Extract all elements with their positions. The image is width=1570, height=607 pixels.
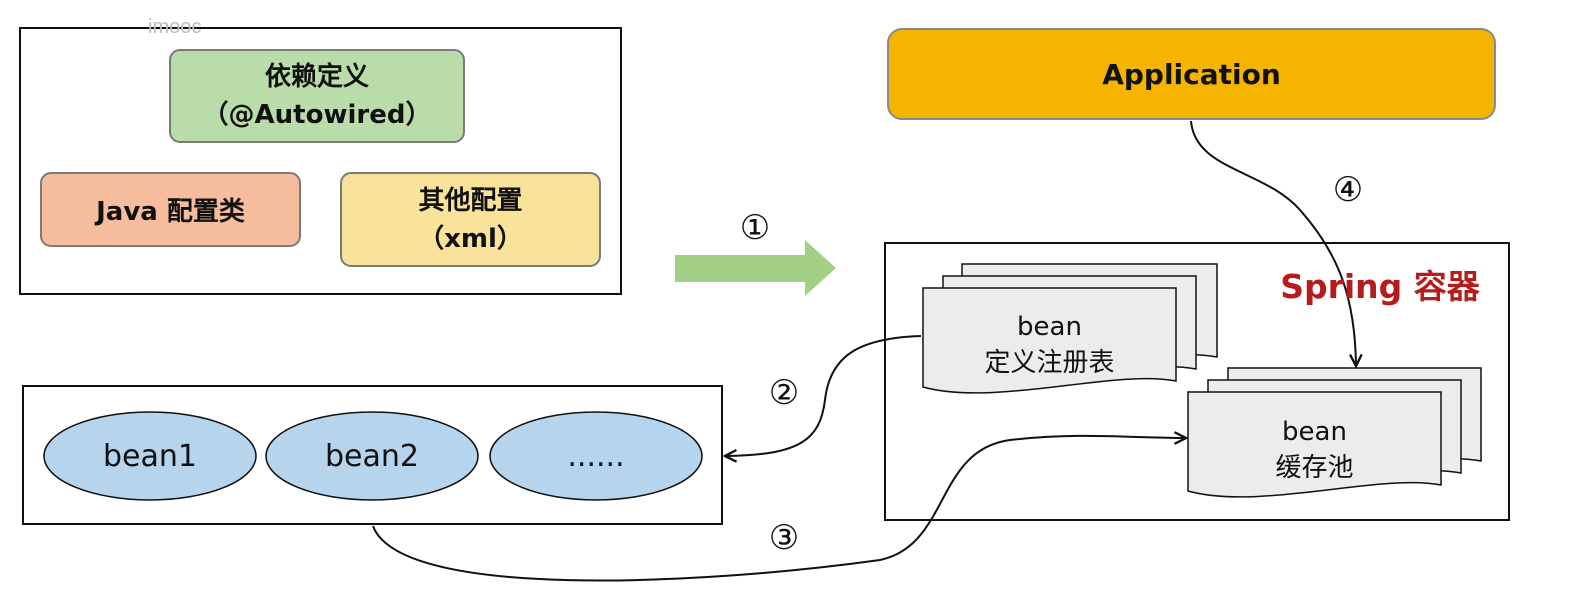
bean-3-text: ...... <box>567 438 625 474</box>
step-1-marker: ① <box>733 206 777 250</box>
bean-2-text: bean2 <box>325 438 419 474</box>
application-label: Application <box>888 29 1495 119</box>
bean-label-3: ...... <box>490 412 702 500</box>
spring-container-title: Spring 容器 <box>1270 262 1490 306</box>
dependency-definition-label: 依赖定义 （@Autowired） <box>170 50 464 142</box>
watermark-text: imooc <box>148 16 202 38</box>
step-4-text: ④ <box>1332 170 1364 210</box>
bean-label-2: bean2 <box>266 412 478 500</box>
step-3-marker: ③ <box>762 516 806 560</box>
dependency-line-2: （@Autowired） <box>202 100 432 130</box>
java-config-text: Java 配置类 <box>96 197 245 227</box>
other-config-line-2: （xml） <box>418 223 523 254</box>
spring-container-title-text: Spring 容器 <box>1280 267 1480 306</box>
diagram-canvas: imooc 依赖定义 （@Autowired） Java 配置类 其他配置 （x… <box>0 0 1570 607</box>
dependency-line-1: 依赖定义 <box>264 62 369 92</box>
step-1-text: ① <box>739 208 771 248</box>
application-text: Application <box>1102 57 1281 91</box>
registry-line-1: bean <box>1017 312 1082 342</box>
step-2-text: ② <box>768 373 800 413</box>
step-2-marker: ② <box>762 371 806 415</box>
java-config-label: Java 配置类 <box>41 173 300 246</box>
step-4-marker: ④ <box>1326 168 1370 212</box>
registry-label: bean 定义注册表 <box>923 305 1176 385</box>
step-3-text: ③ <box>768 518 800 558</box>
bean-1-text: bean1 <box>103 438 197 474</box>
cache-pool-line-2: 缓存池 <box>1275 453 1354 483</box>
cache-pool-line-1: bean <box>1282 417 1347 447</box>
cache-pool-label: bean 缓存池 <box>1188 410 1441 490</box>
bean-label-1: bean1 <box>44 412 256 500</box>
registry-line-2: 定义注册表 <box>984 348 1115 378</box>
other-config-label: 其他配置 （xml） <box>341 173 600 266</box>
other-config-line-1: 其他配置 <box>418 185 523 216</box>
